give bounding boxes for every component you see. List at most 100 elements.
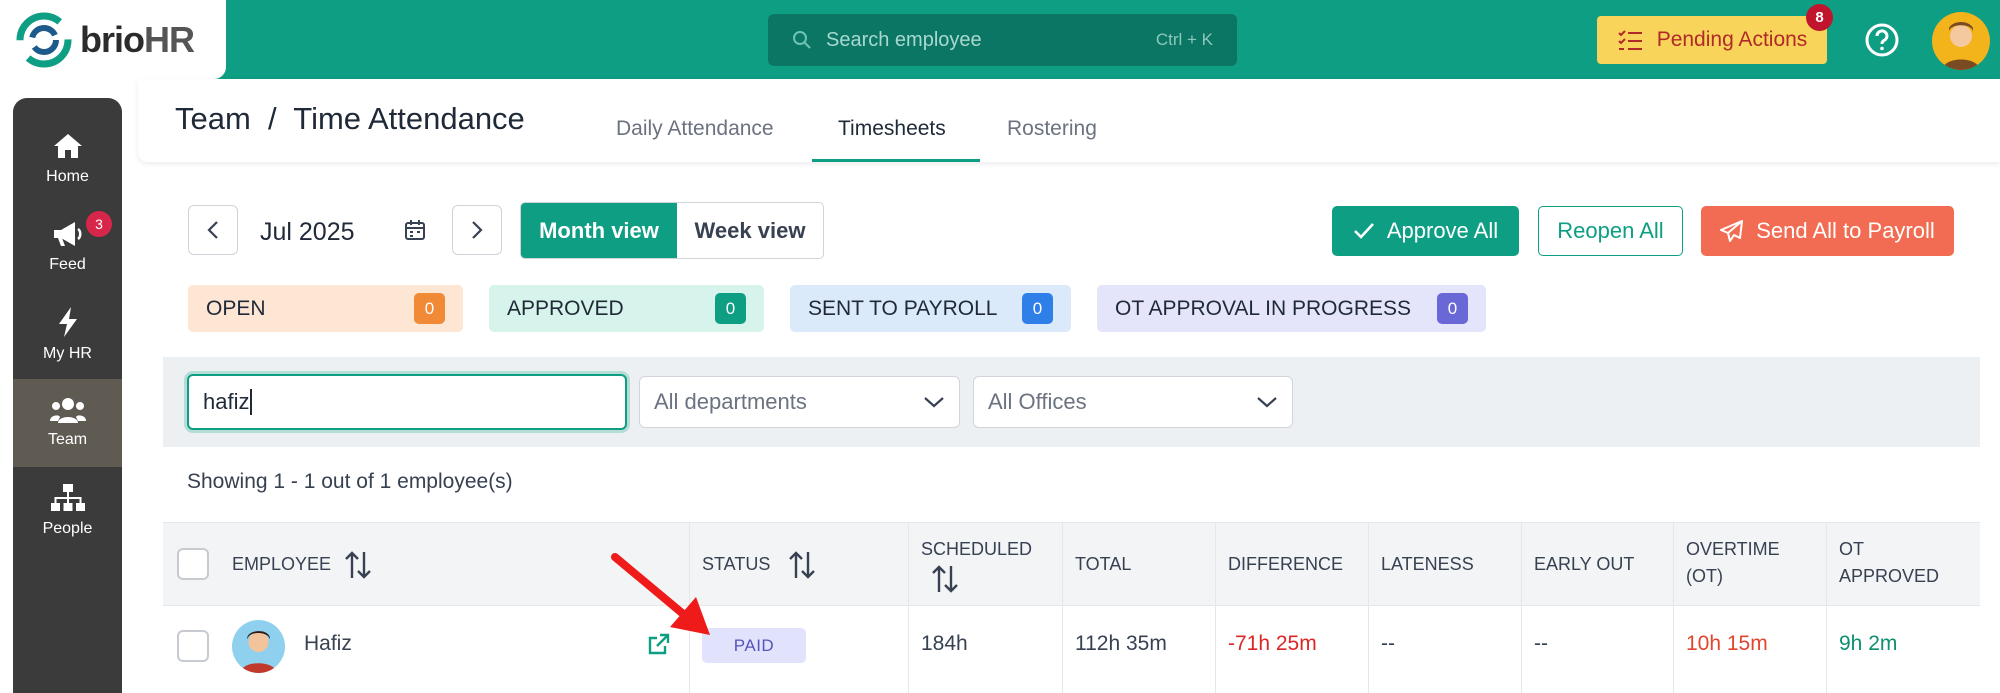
select-all-checkbox[interactable] bbox=[177, 548, 209, 580]
status-chip-ot-approval[interactable]: OT APPROVAL IN PROGRESS 0 bbox=[1097, 285, 1486, 332]
column-divider bbox=[1368, 522, 1369, 693]
top-bar: brioHR Search employee Ctrl + K Pending … bbox=[0, 0, 2000, 79]
ot-approved-cell: 9h 2m bbox=[1839, 632, 1898, 655]
status-chip-label: OT APPROVAL IN PROGRESS bbox=[1115, 296, 1412, 320]
view-toggle: Month view Week view bbox=[520, 202, 824, 259]
text-caret bbox=[250, 389, 253, 415]
column-divider bbox=[1673, 522, 1674, 693]
column-header-label: EMPLOYEE bbox=[232, 554, 332, 574]
column-header-label: OT bbox=[1839, 539, 1864, 559]
status-chip-sent-to-payroll[interactable]: SENT TO PAYROLL 0 bbox=[790, 285, 1071, 332]
column-divider bbox=[908, 522, 909, 693]
column-header-label: OVERTIME bbox=[1686, 539, 1780, 559]
sidebar-item-feed[interactable]: Feed 3 bbox=[13, 203, 122, 291]
column-header-difference[interactable]: DIFFERENCE bbox=[1228, 551, 1343, 578]
column-header-lateness[interactable]: LATENESS bbox=[1381, 551, 1474, 578]
month-view-button[interactable]: Month view bbox=[521, 203, 677, 258]
overtime-cell: 10h 15m bbox=[1686, 632, 1768, 655]
sort-icon[interactable] bbox=[344, 550, 372, 580]
results-count: Showing 1 - 1 out of 1 employee(s) bbox=[187, 470, 513, 493]
status-chip-count: 0 bbox=[1022, 293, 1053, 324]
check-icon bbox=[1353, 223, 1374, 239]
current-month: Jul 2025 bbox=[260, 218, 355, 246]
chevron-left-icon bbox=[207, 221, 218, 239]
status-chip-open[interactable]: OPEN 0 bbox=[188, 285, 463, 332]
sidebar: Home Feed 3 My HR Team People bbox=[13, 98, 122, 693]
column-header-label: APPROVED bbox=[1839, 566, 1940, 586]
chevron-right-icon bbox=[472, 221, 483, 239]
sidebar-item-team[interactable]: Team bbox=[13, 379, 122, 467]
employee-filter-input[interactable]: hafiz bbox=[187, 374, 627, 430]
sort-icon[interactable] bbox=[788, 550, 816, 580]
tab-rostering[interactable]: Rostering bbox=[1007, 117, 1097, 141]
help-icon[interactable] bbox=[1864, 22, 1900, 58]
sort-icon[interactable] bbox=[931, 564, 959, 594]
column-divider bbox=[1062, 522, 1063, 693]
breadcrumb: Team / Time Attendance bbox=[175, 101, 525, 136]
column-divider bbox=[1215, 522, 1216, 693]
status-chip-count: 0 bbox=[715, 293, 746, 324]
page-header: Team / Time Attendance Daily Attendance … bbox=[138, 79, 2000, 162]
paper-plane-icon bbox=[1720, 220, 1744, 242]
sidebar-item-label: Home bbox=[46, 168, 89, 185]
status-chip-label: OPEN bbox=[206, 296, 266, 320]
brio-logo-icon bbox=[16, 12, 72, 67]
bolt-icon bbox=[58, 307, 77, 337]
column-divider bbox=[1826, 522, 1827, 693]
pending-actions-label: Pending Actions bbox=[1656, 28, 1808, 51]
employee-search[interactable]: Search employee Ctrl + K bbox=[768, 14, 1237, 66]
office-select[interactable]: All Offices bbox=[973, 376, 1293, 428]
reopen-all-button[interactable]: Reopen All bbox=[1538, 206, 1683, 256]
pending-actions-button[interactable]: Pending Actions 8 bbox=[1597, 4, 1833, 64]
calendar-icon[interactable] bbox=[404, 219, 426, 241]
employee-name[interactable]: Hafiz bbox=[304, 632, 352, 656]
status-chip-approved[interactable]: APPROVED 0 bbox=[489, 285, 764, 332]
employee-filter-value: hafiz bbox=[203, 389, 250, 414]
approve-all-button[interactable]: Approve All bbox=[1332, 206, 1519, 256]
user-avatar-icon bbox=[1942, 22, 1980, 70]
column-header-early-out[interactable]: EARLY OUT bbox=[1534, 551, 1634, 578]
tab-timesheets[interactable]: Timesheets bbox=[838, 117, 946, 141]
home-icon bbox=[53, 134, 82, 158]
department-select[interactable]: All departments bbox=[639, 376, 960, 428]
tab-daily-attendance[interactable]: Daily Attendance bbox=[616, 117, 774, 141]
search-placeholder: Search employee bbox=[826, 28, 982, 51]
checklist-icon bbox=[1617, 30, 1642, 50]
previous-month-button[interactable] bbox=[188, 205, 238, 255]
status-chip-count: 0 bbox=[1437, 293, 1468, 324]
status-chip-count: 0 bbox=[414, 293, 445, 324]
chevron-down-icon bbox=[1257, 397, 1277, 408]
lateness-cell: -- bbox=[1381, 632, 1395, 655]
column-header-overtime[interactable]: OVERTIME (OT) bbox=[1686, 536, 1780, 590]
scheduled-cell: 184h bbox=[921, 632, 968, 655]
status-chip-label: SENT TO PAYROLL bbox=[808, 296, 998, 320]
chevron-down-icon bbox=[924, 397, 944, 408]
sidebar-item-label: My HR bbox=[43, 345, 92, 362]
approve-all-label: Approve All bbox=[1386, 218, 1499, 243]
avatar bbox=[232, 620, 285, 673]
difference-cell: -71h 25m bbox=[1228, 632, 1317, 655]
sidebar-item-label: People bbox=[42, 520, 93, 537]
column-header-scheduled[interactable]: SCHEDULED bbox=[921, 536, 1032, 563]
brand-name: brioHR bbox=[80, 18, 195, 60]
next-month-button[interactable] bbox=[452, 205, 502, 255]
sidebar-item-my-hr[interactable]: My HR bbox=[13, 291, 122, 379]
column-header-total[interactable]: TOTAL bbox=[1075, 551, 1131, 578]
annotation-arrow-icon bbox=[611, 553, 710, 635]
week-view-button[interactable]: Week view bbox=[677, 203, 823, 258]
column-header-ot-approved[interactable]: OT APPROVED bbox=[1839, 536, 1939, 590]
brand-logo[interactable]: brioHR bbox=[0, 0, 226, 79]
sidebar-item-people[interactable]: People bbox=[13, 467, 122, 555]
send-all-to-payroll-button[interactable]: Send All to Payroll bbox=[1701, 206, 1954, 256]
row-checkbox[interactable] bbox=[177, 630, 209, 662]
sidebar-item-home[interactable]: Home bbox=[13, 115, 122, 203]
sidebar-item-label: Feed bbox=[49, 256, 86, 273]
column-divider bbox=[1521, 522, 1522, 693]
column-header-employee[interactable]: EMPLOYEE bbox=[232, 551, 331, 578]
employee-avatar-icon bbox=[240, 631, 277, 673]
pending-actions-badge: 8 bbox=[1806, 4, 1833, 31]
user-avatar[interactable] bbox=[1932, 12, 1990, 70]
status-chip-label: APPROVED bbox=[507, 296, 624, 320]
active-tab-indicator bbox=[812, 159, 980, 162]
total-cell: 112h 35m bbox=[1075, 632, 1167, 655]
